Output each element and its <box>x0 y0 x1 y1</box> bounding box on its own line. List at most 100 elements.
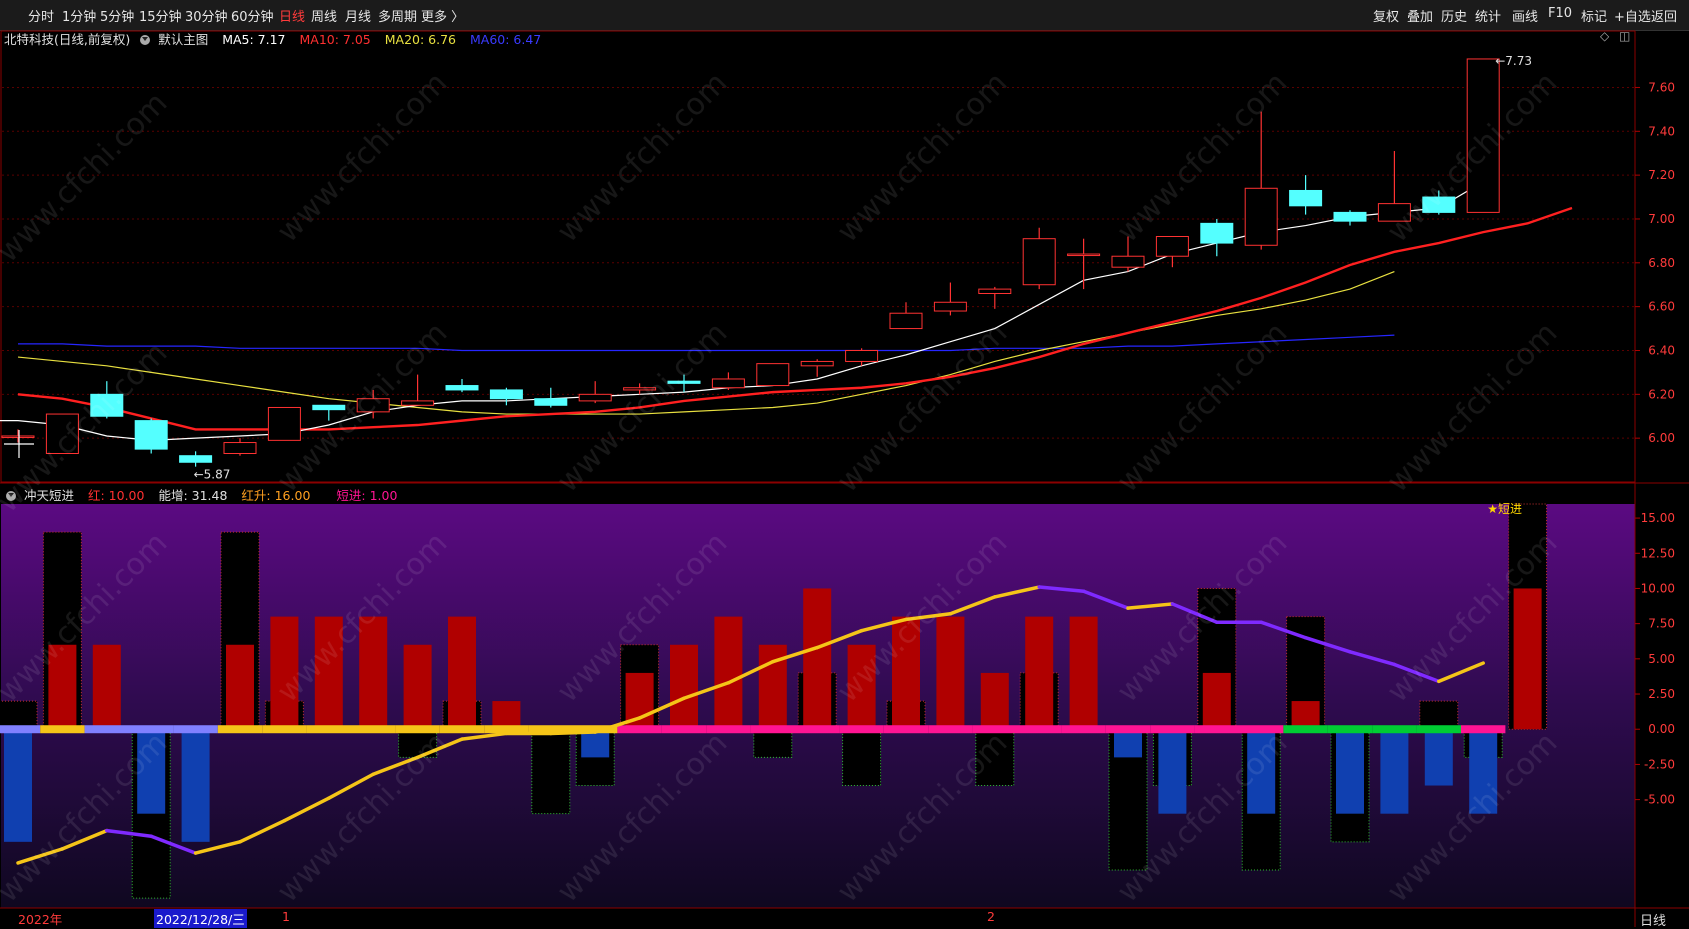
red-bar <box>1069 616 1098 730</box>
zero-band-segment <box>84 725 129 734</box>
zero-band-segment <box>1461 725 1506 734</box>
zero-band-segment <box>1327 725 1373 734</box>
blue-bar <box>1114 729 1142 758</box>
red-bar <box>1202 672 1231 730</box>
candle-body <box>489 389 523 400</box>
year-label: 2022年 <box>18 912 63 927</box>
candle-body <box>1155 236 1189 257</box>
candle-body <box>933 301 967 312</box>
restore-icon[interactable]: ◫ <box>1619 29 1630 43</box>
main-y-tick-label: 6.40 <box>1648 343 1675 357</box>
candle-body <box>578 393 612 402</box>
candle-body <box>179 455 213 463</box>
ind-y-tick-label: 2.50 <box>1648 687 1675 701</box>
blue-bar <box>4 729 32 842</box>
zero-band-segment <box>1061 725 1106 734</box>
red-bar <box>670 644 698 730</box>
red-bar <box>1025 616 1054 730</box>
zero-band-segment <box>40 725 85 734</box>
zero-band-segment <box>439 725 485 734</box>
settings-circle-icon[interactable] <box>140 35 151 45</box>
month-label-2: 2 <box>987 909 995 924</box>
zero-band-segment <box>1372 725 1417 734</box>
candle-body <box>534 398 568 406</box>
ind-y-tick-label: 0.00 <box>1648 722 1675 736</box>
blue-bar <box>1424 729 1453 786</box>
cursor-date-label: 2022/12/28/三 <box>154 909 247 928</box>
candle-body <box>1200 222 1234 244</box>
main-panel-frame <box>0 30 1636 483</box>
outline-bar <box>531 728 571 815</box>
ma10-legend: MA10: 7.05 <box>299 32 371 47</box>
indicator-legend: 冲天短进 红: 10.00 能增: 31.48 红升: 16.00 短进: 1.… <box>4 485 407 504</box>
ma20-legend: MA20: 6.76 <box>384 32 457 47</box>
candle-body <box>1244 187 1278 246</box>
candle-body <box>223 442 257 455</box>
zero-band-segment <box>1283 725 1328 734</box>
outline-bar <box>753 728 793 758</box>
main-y-tick-label: 7.40 <box>1648 124 1675 138</box>
main-y-tick-label: 6.80 <box>1648 256 1675 270</box>
ind-y-tick-label: -5.00 <box>1644 793 1675 807</box>
zero-band-segment <box>351 725 396 734</box>
red-bar <box>980 672 1009 730</box>
main-legend: 北特科技(日线,前复权) 默认主图 MA5: 7.17 MA10: 7.05 M… <box>4 29 551 48</box>
red-bar <box>492 701 521 730</box>
red-bar <box>936 616 965 730</box>
candle-body <box>1289 189 1323 207</box>
period-label[interactable]: 日线 <box>1640 910 1666 929</box>
candle-body <box>711 378 745 389</box>
zero-band-segment <box>661 725 707 734</box>
blue-bar <box>1380 729 1409 814</box>
zero-band-segment <box>750 725 795 734</box>
zero-band-segment <box>928 725 973 734</box>
main-y-tick-label: 6.60 <box>1648 300 1675 314</box>
zero-band-segment <box>306 725 351 734</box>
candle-body <box>1333 211 1367 222</box>
ma60-legend: MA60: 6.47 <box>470 32 542 47</box>
candle-body <box>134 420 168 450</box>
hong-value: 红: 10.00 <box>87 488 145 503</box>
candle-body <box>1 435 35 438</box>
date-axis: 2022年 2022/12/28/三 1 2 <box>0 908 1635 928</box>
panel-name[interactable]: 默认主图 <box>158 32 208 47</box>
zero-band-segment <box>173 725 218 734</box>
red-bar <box>803 588 832 730</box>
red-bar <box>226 644 254 730</box>
candle-body <box>401 400 435 406</box>
candle-body <box>1111 255 1145 268</box>
red-bar <box>1291 701 1320 730</box>
candle <box>267 406 301 441</box>
main-y-tick-label: 6.20 <box>1648 387 1675 401</box>
stock-name: 北特科技(日线,前复权) <box>4 32 131 47</box>
red-bar <box>1513 588 1542 730</box>
blue-bar <box>1336 729 1364 814</box>
outline-bar <box>842 728 882 787</box>
zero-band-segment <box>1416 725 1461 734</box>
red-bar <box>403 644 432 730</box>
candle-body <box>445 385 479 391</box>
candle <box>756 363 790 387</box>
main-y-tick-label: 6.00 <box>1648 431 1675 445</box>
outline-bar <box>1419 700 1459 730</box>
main-y-tick-label: 7.60 <box>1648 80 1675 94</box>
candle-body <box>845 349 879 362</box>
zero-band-segment <box>839 725 884 734</box>
blue-bar <box>1158 729 1187 814</box>
zero-band-segment <box>217 725 263 734</box>
diamond-icon[interactable]: ◇ <box>1600 29 1609 43</box>
ma5-legend: MA5: 7.17 <box>222 32 286 47</box>
zero-band-segment <box>795 725 840 734</box>
zero-band-segment <box>617 725 662 734</box>
ind-y-tick-label: 10.00 <box>1641 581 1675 595</box>
price-annotation: ←5.87 <box>194 468 231 482</box>
candle-body <box>800 360 834 367</box>
candle-body <box>889 312 923 330</box>
main-y-tick-label: 7.00 <box>1648 212 1675 226</box>
zero-band-segment <box>1017 725 1062 734</box>
main-y-tick-label: 7.20 <box>1648 168 1675 182</box>
red-bar <box>714 616 743 730</box>
blue-bar <box>181 729 210 842</box>
candle-body <box>978 288 1012 294</box>
ind-y-tick-label: 12.50 <box>1641 546 1675 560</box>
